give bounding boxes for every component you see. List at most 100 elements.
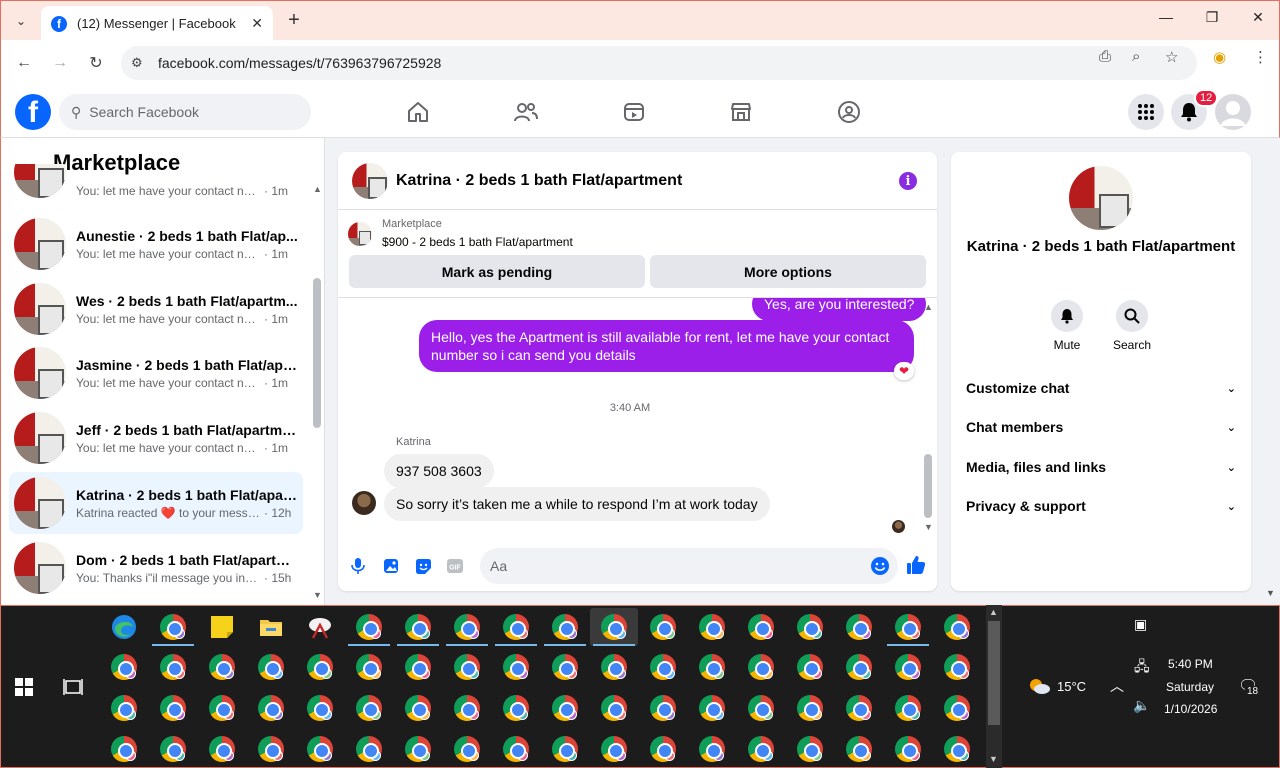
meet-now-icon[interactable]: ▣ [1134,616,1147,633]
chrome-browser-icon[interactable] [846,695,872,721]
taskbar-scrollbar[interactable]: ▲ ▼ [986,605,1002,768]
scroll-down-arrow-icon[interactable]: ▼ [989,754,998,764]
browser-tab[interactable]: f (12) Messenger | Facebook ✕ [41,6,273,41]
chrome-browser-icon[interactable] [454,736,480,762]
chrome-browser-icon[interactable] [258,736,284,762]
bookmark-star-icon[interactable]: ☆ [1165,48,1178,66]
chrome-browser-icon[interactable] [944,654,970,680]
chrome-browser-icon[interactable] [160,654,186,680]
chrome-browser-icon[interactable] [552,654,578,680]
chrome-browser-icon[interactable] [209,736,235,762]
zoom-icon[interactable]: ⌕ [1132,48,1140,65]
url-text[interactable]: facebook.com/messages/t/763963796725928 [158,55,441,71]
chrome-browser-icon[interactable] [454,654,480,680]
facebook-logo-icon[interactable]: f [15,94,51,130]
maximize-button[interactable]: ❐ [1189,9,1235,26]
chrome-browser-icon[interactable] [160,695,186,721]
close-window-button[interactable]: ✕ [1235,9,1280,26]
chrome-browser-icon[interactable] [307,654,333,680]
file-explorer-icon[interactable] [258,614,284,640]
image-icon[interactable] [381,556,401,576]
chrome-browser-icon[interactable] [797,614,823,640]
show-hidden-icons-chevron-icon[interactable]: ︿ [1110,676,1124,696]
chrome-browser-icon[interactable] [797,695,823,721]
chrome-browser-icon[interactable] [503,695,529,721]
volume-icon[interactable]: 🔈 [1133,697,1150,714]
home-icon[interactable] [404,98,432,126]
conversation-item[interactable]: Aunestie · 2 beds 1 bath Flat/ap... You:… [9,213,303,275]
chrome-browser-icon[interactable] [356,614,382,640]
search-in-conversation-button[interactable]: Search [1102,300,1162,352]
heart-reaction-icon[interactable]: ❤ [894,362,914,380]
chrome-browser-icon[interactable] [503,736,529,762]
clock-day[interactable]: Saturday [1166,680,1214,694]
chrome-browser-icon[interactable] [111,736,137,762]
chrome-browser-icon[interactable] [846,736,872,762]
more-options-button[interactable]: More options [650,255,926,288]
mark-as-pending-button[interactable]: Mark as pending [349,255,645,288]
edge-browser-icon[interactable] [111,614,137,640]
chrome-browser-icon[interactable] [601,654,627,680]
conversation-item[interactable]: Jeff · 2 beds 1 bath Flat/apartme... You… [9,407,303,469]
chrome-browser-icon[interactable] [699,695,725,721]
menu-grid-icon[interactable] [1128,94,1164,130]
outgoing-message[interactable]: Yes, are you interested? [752,298,927,322]
tab-close-icon[interactable]: ✕ [251,15,263,32]
chrome-browser-icon[interactable] [895,695,921,721]
message-input-box[interactable] [480,548,898,584]
listing-title[interactable]: $900 - 2 beds 1 bath Flat/apartment [382,235,573,249]
info-icon[interactable]: i [899,172,917,190]
conversation-item-active[interactable]: Katrina · 2 beds 1 bath Flat/apar... Kat… [9,472,303,534]
chrome-browser-icon[interactable] [650,654,676,680]
chrome-browser-icon[interactable] [405,654,431,680]
chrome-browser-icon[interactable] [601,736,627,762]
chrome-browser-icon[interactable] [748,736,774,762]
chrome-browser-icon[interactable] [944,695,970,721]
chat-avatar[interactable] [352,162,388,199]
chrome-browser-icon[interactable] [748,695,774,721]
browser-menu-icon[interactable]: ⋮ [1253,48,1268,66]
weather-temperature[interactable]: 15°C [1057,679,1086,694]
video-icon[interactable] [620,98,648,126]
chat-title[interactable]: Katrina · 2 beds 1 bath Flat/apartment [396,172,682,190]
install-app-icon[interactable]: ⎙ [1099,48,1111,65]
page-scroll-down-icon[interactable]: ▼ [1266,588,1275,598]
profile-icon[interactable]: ◉ [1213,48,1226,66]
chrome-browser-icon[interactable] [111,695,137,721]
chrome-browser-icon[interactable] [846,614,872,640]
scroll-up-arrow-icon[interactable]: ▲ [989,607,998,617]
scrollbar-thumb[interactable] [988,621,1000,725]
chrome-browser-icon[interactable] [454,695,480,721]
chrome-browser-icon[interactable] [405,695,431,721]
scroll-down-arrow-icon[interactable]: ▼ [924,522,933,532]
chrome-browser-icon[interactable] [895,614,921,640]
clock-date[interactable]: 1/10/2026 [1164,702,1217,716]
chrome-browser-icon[interactable] [846,654,872,680]
chrome-browser-icon[interactable] [895,736,921,762]
network-icon[interactable]: 🖧 [1134,656,1150,680]
facebook-search-input[interactable] [89,104,290,120]
mute-button[interactable]: Mute [1037,300,1097,352]
chrome-browser-icon[interactable] [454,614,480,640]
chrome-browser-icon[interactable] [748,614,774,640]
weather-icon[interactable] [1027,677,1051,695]
chrome-browser-icon[interactable] [503,654,529,680]
conversation-item[interactable]: Wes · 2 beds 1 bath Flat/apartm... You: … [9,278,303,340]
message-input[interactable] [490,558,860,574]
chrome-browser-icon[interactable] [307,695,333,721]
chrome-browser-icon[interactable] [111,654,137,680]
chrome-browser-icon[interactable] [699,736,725,762]
chrome-browser-icon[interactable] [258,695,284,721]
chrome-browser-icon[interactable] [209,695,235,721]
chrome-browser-icon[interactable] [650,736,676,762]
sticky-notes-icon[interactable] [209,614,235,640]
chrome-browser-icon[interactable] [209,654,235,680]
outgoing-message[interactable]: Hello, yes the Apartment is still availa… [419,320,914,373]
chrome-browser-icon[interactable] [748,654,774,680]
chat-members-row[interactable]: Chat members ⌄ [959,409,1243,445]
address-bar[interactable]: ⚙ facebook.com/messages/t/76396379672592… [121,46,1197,80]
microphone-icon[interactable] [348,556,368,576]
minimize-button[interactable]: — [1143,9,1189,25]
chrome-browser-icon[interactable] [405,614,431,640]
marketplace-icon[interactable] [727,98,755,126]
